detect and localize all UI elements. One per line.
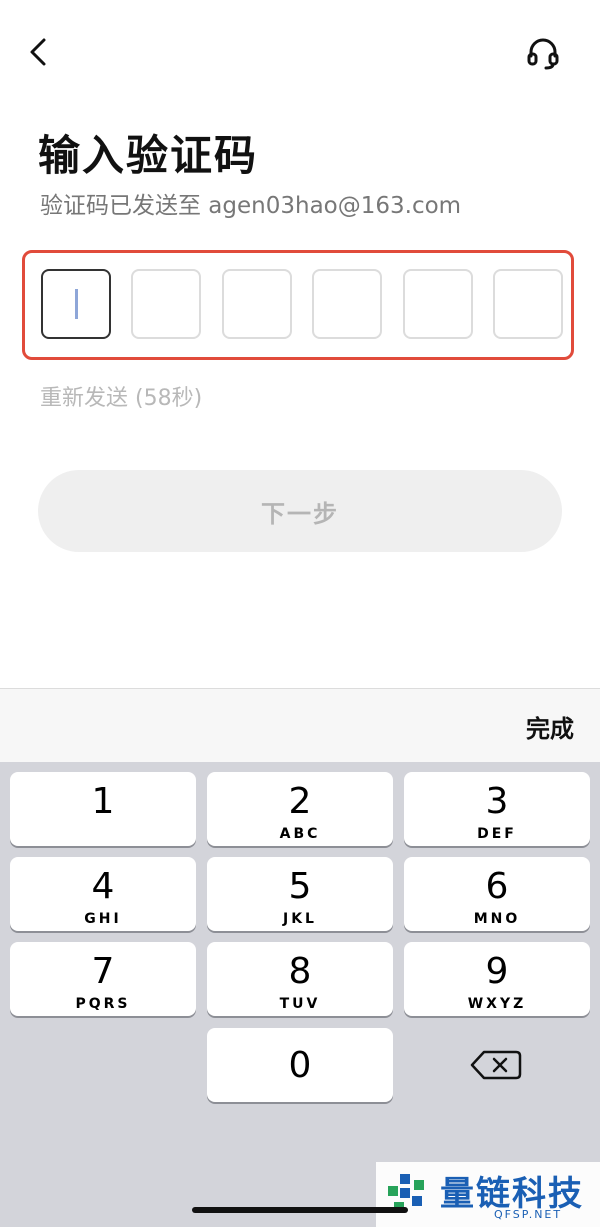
key-8[interactable]: 8 TUV xyxy=(207,942,393,1016)
key-3[interactable]: 3 DEF xyxy=(404,772,590,846)
otp-digit-1[interactable] xyxy=(41,269,111,339)
otp-digit-3[interactable] xyxy=(222,269,292,339)
done-button[interactable]: 完成 xyxy=(526,709,574,744)
text-caret xyxy=(75,289,78,319)
otp-highlight-frame xyxy=(22,250,574,360)
otp-digit-4[interactable] xyxy=(312,269,382,339)
otp-digit-6[interactable] xyxy=(493,269,563,339)
backspace-icon xyxy=(470,1050,522,1080)
key-4[interactable]: 4 GHI xyxy=(10,857,196,931)
back-button[interactable] xyxy=(22,34,58,70)
watermark-sub: QFSP.NET xyxy=(494,1208,563,1221)
resend-countdown: 重新发送 (58秒) xyxy=(40,386,203,411)
key-0[interactable]: 0 xyxy=(207,1028,393,1102)
chevron-left-icon xyxy=(30,38,46,66)
key-5[interactable]: 5 JKL xyxy=(207,857,393,931)
key-7[interactable]: 7 PQRS xyxy=(10,942,196,1016)
key-1[interactable]: 1 xyxy=(10,772,196,846)
home-indicator[interactable] xyxy=(192,1207,408,1213)
watermark: 量链科技 QFSP.NET xyxy=(376,1162,600,1227)
otp-digit-2[interactable] xyxy=(131,269,201,339)
headset-icon xyxy=(527,38,559,70)
page-title: 输入验证码 xyxy=(38,131,259,180)
otp-digit-5[interactable] xyxy=(403,269,473,339)
key-6[interactable]: 6 MNO xyxy=(404,857,590,931)
sent-to-text: 验证码已发送至 agen03hao@163.com xyxy=(40,193,462,219)
watermark-logo-icon xyxy=(388,1174,424,1212)
customer-service-button[interactable] xyxy=(524,34,562,72)
key-2[interactable]: 2 ABC xyxy=(207,772,393,846)
numeric-keypad: 1 2 ABC 3 DEF 4 GHI 5 JKL 6 MNO 7 PQRS 8… xyxy=(0,762,600,1227)
keyboard-toolbar: 完成 xyxy=(0,688,600,762)
next-button[interactable]: 下一步 xyxy=(38,470,562,552)
delete-key[interactable] xyxy=(404,1028,590,1102)
key-9[interactable]: 9 WXYZ xyxy=(404,942,590,1016)
